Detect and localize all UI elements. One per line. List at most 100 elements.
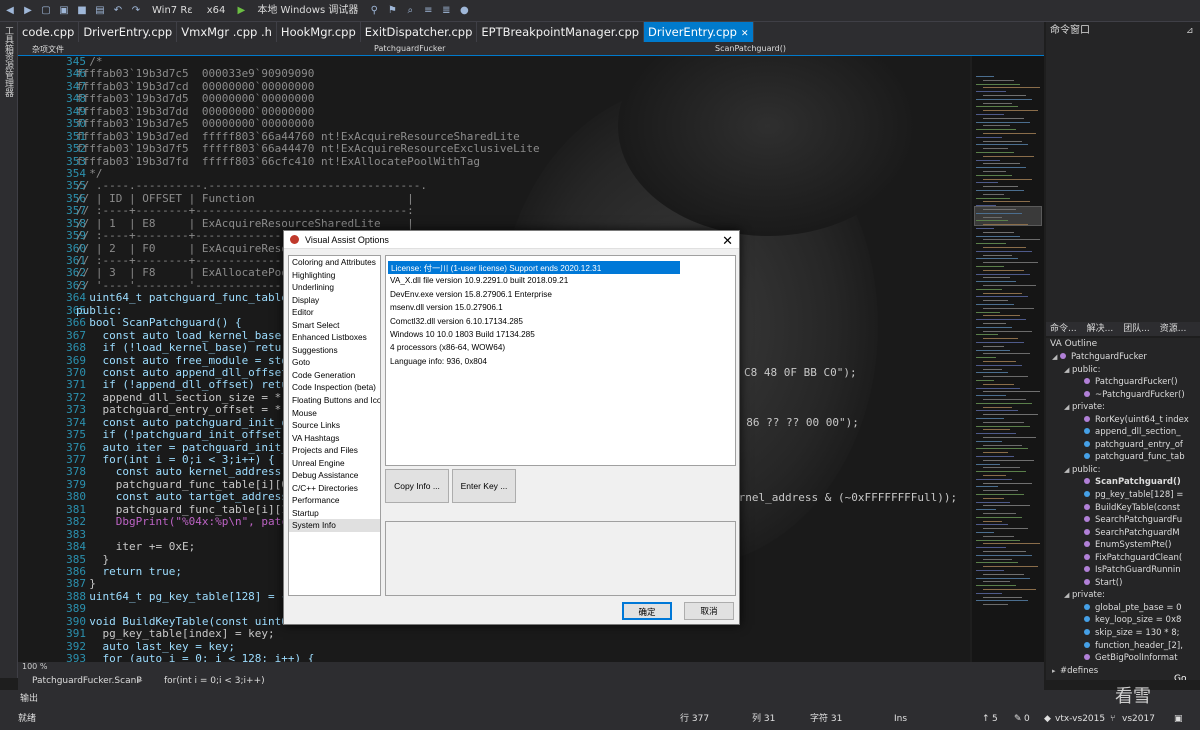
toolbox-tab[interactable]: 工具箱	[3, 26, 15, 53]
tab-resource[interactable]: 资源...	[1160, 322, 1187, 336]
pin-icon[interactable]: ⊿	[1186, 26, 1194, 36]
va-outline-item[interactable]: patchguard_func_tab	[1046, 451, 1200, 464]
save-all-icon[interactable]: ▤	[94, 5, 106, 17]
va-outline-item[interactable]: ◢ public:	[1046, 464, 1200, 477]
output-label[interactable]: 输出	[20, 694, 38, 704]
explorer-tab[interactable]: 资源管理器	[3, 52, 15, 97]
tab-driverentry-1[interactable]: DriverEntry.cpp	[79, 22, 178, 42]
options-category-item[interactable]: System Info	[289, 519, 380, 533]
options-category-item[interactable]: Performance	[289, 494, 380, 507]
va-outline-item[interactable]: SearchPatchguardM	[1046, 527, 1200, 540]
breakpoint-icon[interactable]: ●	[458, 5, 470, 17]
va-outline-item[interactable]: ◢ private:	[1046, 589, 1200, 602]
tab-solution[interactable]: 解决...	[1087, 322, 1114, 336]
va-outline-item[interactable]: RorKey(uint64_t index	[1046, 414, 1200, 427]
tab-team[interactable]: 团队...	[1123, 322, 1150, 336]
system-info-row[interactable]: VA_X.dll file version 10.9.2291.0 built …	[386, 274, 735, 287]
expand-arrow-icon[interactable]: ◢	[1064, 364, 1072, 377]
options-category-item[interactable]: Floating Buttons and Icons	[289, 394, 380, 407]
code-minimap[interactable]	[972, 56, 1044, 662]
options-category-item[interactable]: Highlighting	[289, 269, 380, 282]
options-category-item[interactable]: Debug Assistance	[289, 469, 380, 482]
tab-exitdispatcher[interactable]: ExitDispatcher.cpp	[361, 22, 478, 42]
attach-icon[interactable]: ⚲	[368, 5, 380, 17]
debugger-combo[interactable]: 本地 Windows 调试器	[253, 3, 362, 19]
system-info-row[interactable]: Language info: 936, 0x804	[386, 355, 735, 368]
options-category-item[interactable]: Startup	[289, 507, 380, 520]
options-category-item[interactable]: Goto	[289, 356, 380, 369]
options-category-item[interactable]: Projects and Files	[289, 444, 380, 457]
uncomment-icon[interactable]: ≣	[440, 5, 452, 17]
tab-eptbreakpoint[interactable]: EPTBreakpointManager.cpp	[477, 22, 645, 42]
system-info-row[interactable]: Windows 10 10.0 1803 Build 17134.285	[386, 328, 735, 341]
code-line[interactable]: ffffab03`19b3d7fd fffff803`66cfc410 nt!E…	[76, 155, 540, 168]
undo-icon[interactable]: ↶	[112, 5, 124, 17]
back-icon[interactable]: ◀	[4, 5, 16, 17]
system-info-row[interactable]: DevEnv.exe version 15.8.27906.1 Enterpri…	[386, 288, 735, 301]
enter-key-button[interactable]: Enter Key ...	[452, 469, 516, 503]
close-icon[interactable]: ✕	[722, 233, 733, 249]
va-outline-item[interactable]: patchguard_entry_of	[1046, 439, 1200, 452]
options-category-item[interactable]: Unreal Engine	[289, 457, 380, 470]
loop-combo[interactable]: for(int i = 0;i < 3;i++)	[164, 672, 265, 690]
options-category-item[interactable]: Enhanced Listboxes	[289, 331, 380, 344]
cancel-button[interactable]: 取消	[684, 602, 734, 620]
platform-combo[interactable]: Win7 Rε	[148, 3, 197, 19]
va-outline-item[interactable]: Start()	[1046, 577, 1200, 590]
va-outline-item[interactable]: BuildKeyTable(const	[1046, 502, 1200, 515]
status-up-count[interactable]: 5	[992, 708, 998, 730]
code-line[interactable]: ffffab03`19b3d7c5 000033e9`90909090	[76, 67, 540, 80]
options-category-item[interactable]: Mouse	[289, 407, 380, 420]
system-info-row[interactable]: 4 processors (x86-64, WOW64)	[386, 341, 735, 354]
tab-vmxmgr[interactable]: VmxMgr .cpp .h	[177, 22, 277, 42]
code-line[interactable]: for (auto i = 0; i < 128; i++) {	[76, 652, 540, 662]
system-info-row[interactable]: Comctl32.dll version 6.10.17134.285	[386, 315, 735, 328]
expand-arrow-icon[interactable]: ◢	[1052, 351, 1060, 364]
options-category-item[interactable]: Display	[289, 294, 380, 307]
va-outline-item[interactable]: ~PatchguardFucker()	[1046, 389, 1200, 402]
options-category-item[interactable]: Code Inspection (beta)	[289, 381, 380, 394]
options-category-item[interactable]: C/C++ Directories	[289, 482, 380, 495]
system-info-list[interactable]: License: 付一川 (1-user license) Support en…	[385, 255, 736, 466]
system-info-row[interactable]: License: 付一川 (1-user license) Support en…	[388, 261, 680, 275]
code-line[interactable]: ffffab03`19b3d7d5 00000000`00000000	[76, 92, 540, 105]
expand-arrow-icon[interactable]: ◢	[1064, 464, 1072, 477]
expand-arrow-icon[interactable]: ▸	[1052, 665, 1060, 678]
copy-info-button[interactable]: Copy Info ...	[385, 469, 449, 503]
misc-files-combo[interactable]: 杂项文件	[32, 44, 64, 55]
va-outline-item[interactable]: ◢ PatchguardFucker	[1046, 351, 1200, 364]
redo-icon[interactable]: ↷	[130, 5, 142, 17]
close-tab-icon[interactable]: ✕	[741, 29, 749, 39]
tab-code-cpp[interactable]: code.cpp	[18, 22, 80, 42]
new-file-icon[interactable]: ▢	[40, 5, 52, 17]
status-branch[interactable]: vs2017	[1122, 708, 1155, 730]
options-category-item[interactable]: Coloring and Attributes	[289, 256, 380, 269]
class-combo[interactable]: PatchguardFucker	[374, 44, 445, 53]
options-category-item[interactable]: Source Links	[289, 419, 380, 432]
va-outline-item[interactable]: skip_size = 130 * 8;	[1046, 627, 1200, 640]
va-outline-item[interactable]: SearchPatchguardFu	[1046, 514, 1200, 527]
va-outline-item[interactable]: append_dll_section_	[1046, 426, 1200, 439]
va-outline-item[interactable]: global_pte_base = 0	[1046, 602, 1200, 615]
va-go-button[interactable]: Go	[1174, 674, 1186, 680]
va-outline-item[interactable]: key_loop_size = 0x8	[1046, 614, 1200, 627]
open-file-icon[interactable]: ▣	[58, 5, 70, 17]
bookmark-icon[interactable]: ⚑	[386, 5, 398, 17]
expand-arrow-icon[interactable]: ◢	[1064, 589, 1072, 602]
va-outline-item[interactable]: IsPatchGuardRunnin	[1046, 564, 1200, 577]
tab-driverentry-active[interactable]: DriverEntry.cpp ✕	[644, 22, 754, 42]
options-category-item[interactable]: Editor	[289, 306, 380, 319]
va-outline-item[interactable]: ◢ public:	[1046, 364, 1200, 377]
scope-combo[interactable]: PatchguardFucker.ScanP	[32, 672, 142, 690]
code-line[interactable]: pg_key_table[index] = key;	[76, 627, 540, 640]
va-outline-item[interactable]: GetBigPoolInformat	[1046, 652, 1200, 665]
zoom-level[interactable]: 100 %	[22, 662, 47, 671]
options-category-item[interactable]: Smart Select	[289, 319, 380, 332]
va-outline-item[interactable]: ◢ private:	[1046, 401, 1200, 414]
arch-combo[interactable]: x64	[203, 3, 230, 19]
va-outline-item[interactable]: PatchguardFucker()	[1046, 376, 1200, 389]
function-combo[interactable]: ScanPatchguard()	[715, 44, 786, 53]
va-outline-item[interactable]: EnumSystemPte()	[1046, 539, 1200, 552]
code-line[interactable]: // :----+--------+----------------------…	[76, 204, 540, 217]
find-icon[interactable]: ⌕	[404, 5, 416, 17]
